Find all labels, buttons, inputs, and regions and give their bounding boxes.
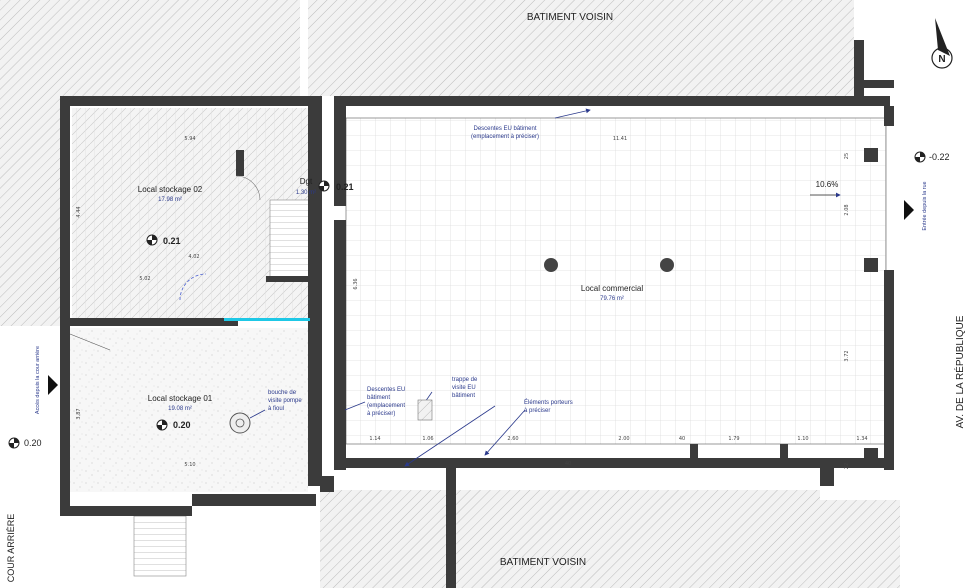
level-left-value: 0.20 [24, 438, 42, 448]
annotation-porteurs-line1: Éléments porteurs [524, 399, 573, 406]
storage02-name: Local stockage 02 [138, 185, 203, 194]
trappe-de-visite [418, 400, 432, 420]
dim-b6: 1.79 [728, 436, 739, 442]
storage-partition-line [224, 318, 310, 321]
column-right-bot [864, 448, 878, 462]
annotation-porteurs-line2: à préciser [524, 408, 550, 414]
annotation-descentes-left-line2: bâtiment [367, 395, 390, 401]
stair [270, 200, 312, 280]
column-right-top [864, 148, 878, 162]
storage01-level: 0.20 [173, 420, 191, 430]
commercial-area: 79.76 m² [600, 296, 624, 302]
dim-storage-inner: 4.02 [188, 254, 199, 260]
street-band [900, 0, 969, 588]
compass-letter: N [938, 54, 945, 65]
annotation-bouche-line2: visite pompe [268, 398, 302, 404]
dim-b9: 40 [565, 461, 571, 467]
storage01-area: 19.08 m² [168, 406, 192, 412]
commercial-floor [346, 118, 886, 444]
dgt-area: 1.30 m² [296, 190, 316, 196]
dim-b1: 1.14 [369, 436, 380, 442]
dim-r2: 25 [844, 153, 850, 159]
level-marker-storage01 [157, 420, 167, 430]
level-marker-right [915, 152, 925, 162]
annotation-descentes-left-line4: à préciser) [367, 411, 395, 417]
dim-b4: 2.00 [618, 436, 629, 442]
annotation-trappe-line2: visite EU [452, 385, 476, 391]
dim-s01-left: 3.87 [76, 408, 82, 419]
annotation-descentes-left-line3: (emplacement [367, 403, 405, 409]
dim-b8: 1.34 [856, 436, 867, 442]
left-hatched-area [0, 96, 60, 326]
column-right-mid [864, 258, 878, 272]
annotation-descentes-top-line2: (emplacement à préciser) [471, 134, 539, 140]
top-building-label: BATIMENT VOISIN [527, 12, 613, 23]
annotation-trappe: trappe de visite EU bâtiment [452, 377, 478, 399]
access-arrow-icon [48, 375, 58, 395]
annotation-descentes-left-line1: Descentes EU [367, 387, 405, 393]
dim-b3: 2.60 [507, 436, 518, 442]
storage02-area: 17.98 m² [158, 197, 182, 203]
dim-commercial-right: 3.72 [844, 350, 850, 361]
level-marker-storage02 [147, 235, 157, 245]
dgt-level: 0.21 [336, 182, 354, 192]
dim-commercial-left: 6.36 [353, 278, 359, 289]
dim-r1: 2.08 [844, 204, 850, 215]
annotation-descentes-top-line1: Descentes EU bâtiment [473, 126, 536, 132]
street-label-left: COUR ARRIÈRE [6, 514, 16, 583]
dgt-name: Dgt [300, 177, 313, 186]
annotation-bouche-line3: à fioul [268, 406, 284, 412]
bottom-neighbour-building [320, 490, 820, 588]
structural-column-right [660, 258, 674, 272]
dim-b7: 1.10 [797, 436, 808, 442]
dim-top-commercial: 11.41 [613, 136, 627, 142]
level-right-value: -0.22 [929, 152, 950, 162]
rear-stair [134, 516, 186, 576]
commercial-name: Local commercial [581, 284, 643, 293]
dim-s01-bottom: 5.10 [184, 462, 195, 468]
dim-top-storage: 5.94 [184, 136, 195, 142]
floor-plan: N BATIMENT VOISIN BATIMENT VOISIN AV. DE… [0, 0, 969, 588]
access-label: Accès depuis la cour arrière [35, 346, 41, 414]
annotation-bouche-line1: bouche de [268, 390, 297, 396]
dim-storage-bottom: 5.02 [139, 276, 150, 282]
level-marker-dgt [319, 181, 329, 191]
dim-b5: 40 [679, 436, 685, 442]
structural-column-left [544, 258, 558, 272]
annotation-trappe-line3: bâtiment [452, 393, 475, 399]
entrance-label: Entrée depuis la rue [922, 181, 928, 230]
level-marker-left [9, 438, 19, 448]
annotation-trappe-line1: trappe de [452, 377, 478, 383]
slope-value: 10.6% [816, 180, 839, 189]
bottom-building-label: BATIMENT VOISIN [500, 557, 586, 568]
dim-r3: 22 [844, 463, 850, 469]
street-label-right: AV. DE LA RÉPUBLIQUE [953, 315, 966, 428]
top-left-hatched-area [0, 0, 300, 96]
right-neighbour-building [820, 500, 900, 588]
storage02-level: 0.21 [163, 236, 181, 246]
dim-left-storage: 4.44 [76, 206, 82, 217]
storage01-name: Local stockage 01 [148, 394, 213, 403]
dim-b2: 1.06 [422, 436, 433, 442]
bouche-de-visite [230, 413, 250, 433]
